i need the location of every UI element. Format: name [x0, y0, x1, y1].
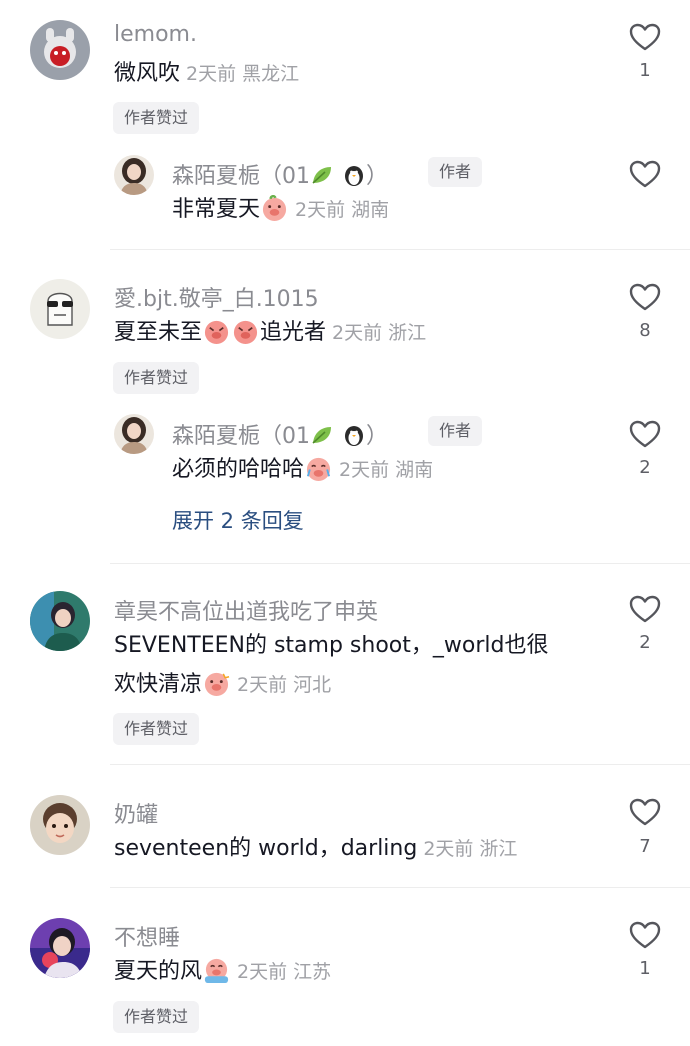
- avatar[interactable]: [30, 591, 90, 651]
- heart-outline-icon[interactable]: [629, 594, 661, 624]
- author-tag: 作者: [428, 416, 483, 446]
- author-liked-badge: 作者赞过: [113, 1001, 200, 1033]
- comment-location: 河北: [293, 674, 332, 696]
- like-count: 2: [639, 632, 651, 653]
- reply-body: 非常夏天: [172, 197, 261, 222]
- author-liked-badge: 作者赞过: [113, 713, 200, 745]
- comment-time: 2天前: [186, 63, 237, 85]
- comment-text: 微风吹 2天前 黑龙江: [114, 54, 299, 94]
- pig-face-emoji-icon: [203, 670, 230, 697]
- comment-location: 江苏: [293, 961, 332, 983]
- expand-replies-button[interactable]: 展开 2 条回复: [172, 505, 304, 535]
- author-tag: 作者: [428, 157, 483, 187]
- reply-time: 2天前: [295, 199, 346, 221]
- author-liked-badge: 作者赞过: [113, 362, 200, 394]
- avatar[interactable]: [30, 279, 90, 339]
- comment-location: 黑龙江: [242, 63, 300, 85]
- author-liked-badge: 作者赞过: [113, 102, 200, 134]
- pig-face-emoji-icon: [203, 957, 230, 984]
- avatar[interactable]: [114, 155, 154, 195]
- reply-username[interactable]: 森陌夏栀（01）: [172, 158, 388, 190]
- comment-text: SEVENTEEN的 stamp shoot，_world也很: [114, 626, 548, 666]
- pig-face-emoji-icon: [261, 195, 288, 222]
- heart-outline-icon[interactable]: [629, 920, 661, 950]
- heart-outline-icon[interactable]: [629, 797, 661, 827]
- comment-username[interactable]: 愛.bjt.敬亭_白.1015: [114, 281, 319, 313]
- comment-text: 欢快清凉 2天前 河北: [114, 665, 331, 705]
- avatar[interactable]: [30, 20, 90, 80]
- like-count: 2: [639, 457, 651, 478]
- comment-body: 夏至未至: [114, 320, 203, 345]
- comment-text: 夏天的风 2天前 江苏: [114, 952, 331, 992]
- comment-body: 追光者: [260, 320, 327, 345]
- like-count: 7: [639, 836, 651, 857]
- reply-location: 湖南: [351, 199, 390, 221]
- pig-face-emoji-icon: [305, 455, 332, 482]
- divider: [110, 764, 690, 765]
- reply-text: 非常夏天 2天前 湖南: [172, 190, 389, 230]
- comment-username[interactable]: lemom.: [114, 22, 197, 47]
- leaf-emoji-icon: [310, 164, 334, 186]
- comment-body: 夏天的风: [114, 959, 203, 984]
- comment-time: 2天前: [237, 674, 288, 696]
- comment-body: seventeen的 world，darling: [114, 836, 418, 861]
- like-count: 8: [639, 320, 651, 341]
- comment-location: 浙江: [479, 838, 518, 860]
- avatar[interactable]: [30, 795, 90, 855]
- like-count: 1: [639, 60, 651, 81]
- heart-outline-icon[interactable]: [629, 22, 661, 52]
- comment-list: lemom. 微风吹 2天前 黑龙江 作者赞过 1 森陌夏栀（01） 作者 非常夏天…: [0, 0, 690, 1046]
- avatar[interactable]: [114, 414, 154, 454]
- comment-body: SEVENTEEN的 stamp shoot，_world也很: [114, 633, 549, 658]
- comment-location: 浙江: [388, 322, 427, 344]
- avatar[interactable]: [30, 918, 90, 978]
- divider: [110, 887, 690, 888]
- comment-username[interactable]: 奶罐: [114, 797, 158, 829]
- comment-username[interactable]: 章昊不高位出道我吃了申英: [114, 594, 378, 626]
- comment-text: 夏至未至 追光者 2天前 浙江: [114, 313, 426, 353]
- reply-time: 2天前: [339, 459, 390, 481]
- reply-username[interactable]: 森陌夏栀（01）: [172, 418, 388, 450]
- comment-body: 微风吹: [114, 61, 181, 86]
- pig-face-emoji-icon: [203, 318, 230, 345]
- pig-face-emoji-icon: [232, 318, 259, 345]
- comment-time: 2天前: [237, 961, 288, 983]
- heart-outline-icon[interactable]: [629, 159, 661, 189]
- heart-outline-icon[interactable]: [629, 419, 661, 449]
- penguin-emoji-icon: [342, 163, 366, 187]
- comment-time: 2天前: [423, 838, 474, 860]
- reply-body: 必须的哈哈哈: [172, 457, 305, 482]
- heart-outline-icon[interactable]: [629, 282, 661, 312]
- comment-time: 2天前: [332, 322, 383, 344]
- comment-username[interactable]: 不想睡: [114, 920, 180, 952]
- comment-text: seventeen的 world，darling 2天前 浙江: [114, 829, 517, 869]
- penguin-emoji-icon: [342, 423, 366, 447]
- like-count: 1: [639, 958, 651, 979]
- reply-text: 必须的哈哈哈 2天前 湖南: [172, 450, 433, 490]
- comment-body: 欢快清凉: [114, 672, 203, 697]
- reply-location: 湖南: [395, 459, 434, 481]
- divider: [110, 563, 690, 564]
- divider: [110, 249, 690, 250]
- leaf-emoji-icon: [310, 424, 334, 446]
